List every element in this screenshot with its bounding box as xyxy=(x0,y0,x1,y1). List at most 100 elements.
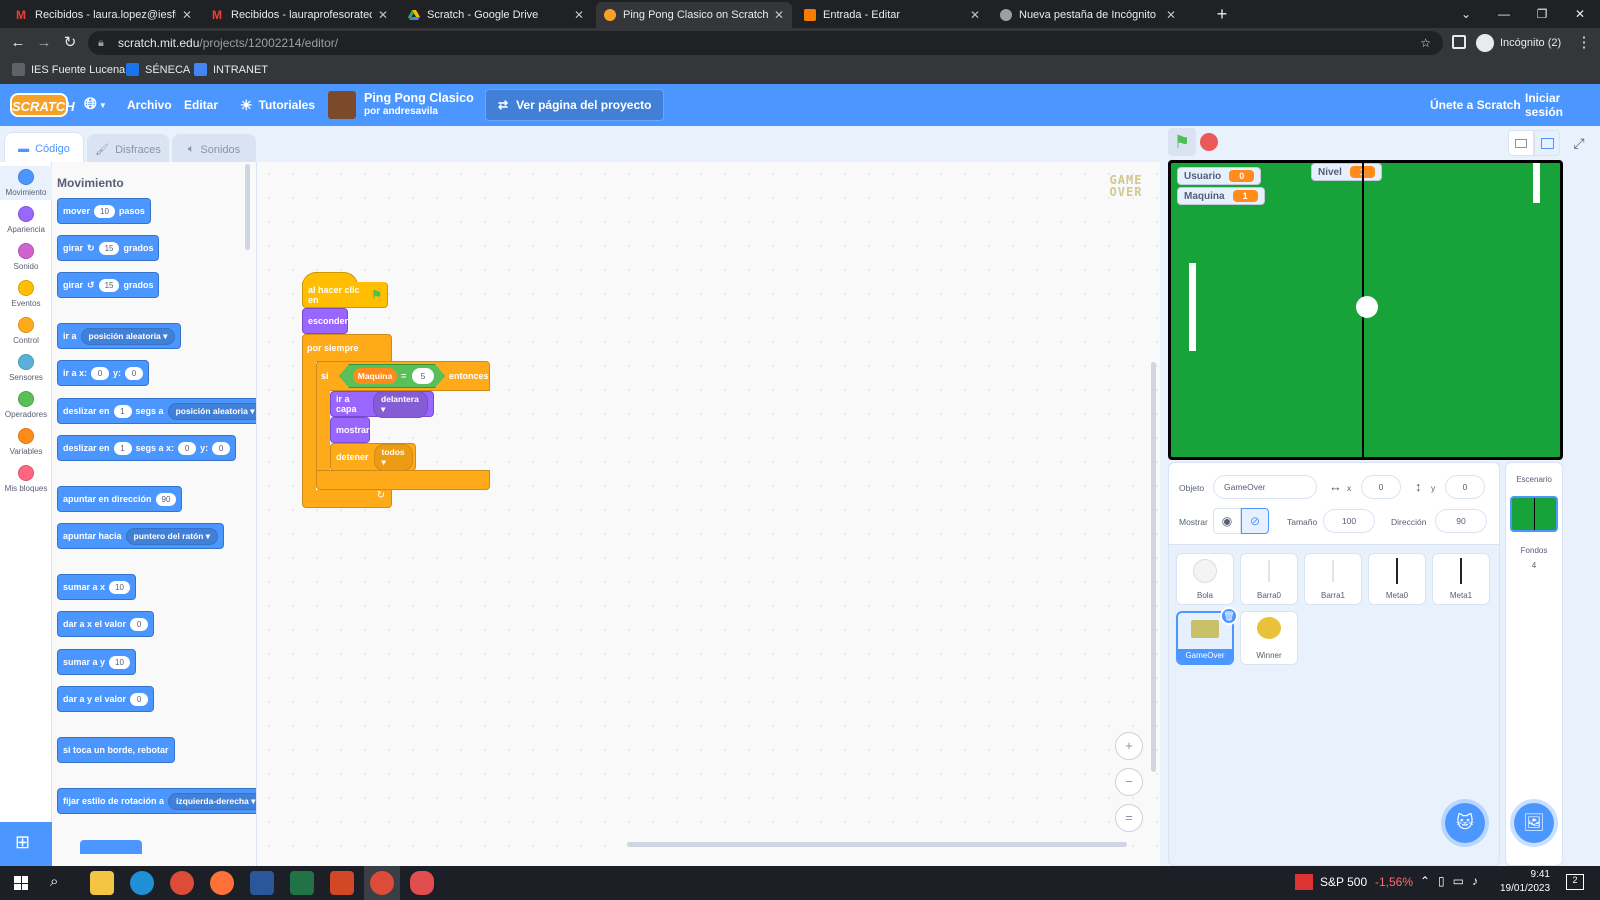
show-block[interactable]: mostrar xyxy=(330,417,370,443)
number-input[interactable]: 0 xyxy=(125,366,144,380)
block-point-towards[interactable]: apuntar hacia puntero del ratón ▾ xyxy=(57,523,225,549)
block-glide-to[interactable]: deslizar en 1 segs a posición aleatoria ▾ xyxy=(57,398,256,424)
number-input[interactable]: 1 xyxy=(113,404,132,418)
tab-code[interactable]: ▬ Código xyxy=(4,132,84,164)
tab-search-icon[interactable]: ⌄ xyxy=(1448,0,1484,28)
side-panel-icon[interactable] xyxy=(1452,35,1466,49)
hide-block[interactable]: esconder xyxy=(302,308,348,334)
add-sprite-button[interactable]: 🐱︎ xyxy=(1445,803,1485,843)
close-window-icon[interactable]: ✕ xyxy=(1562,0,1598,28)
dropdown[interactable]: delantera ▾ xyxy=(373,390,428,418)
browser-tab[interactable]: Entrada - Editar ✕ xyxy=(796,2,988,28)
clock[interactable]: 9:41 19/01/2023 xyxy=(1500,868,1550,896)
chrome-icon[interactable] xyxy=(170,871,194,895)
close-tab-icon[interactable]: ✕ xyxy=(378,8,388,22)
stage[interactable]: Usuario0 Maquina1 Nivel1 xyxy=(1168,160,1563,460)
notifications-icon[interactable]: 2 xyxy=(1566,874,1584,890)
edit-menu[interactable]: Editar xyxy=(184,84,218,126)
category-control[interactable]: Control xyxy=(0,317,52,345)
chrome-icon[interactable] xyxy=(370,871,394,895)
fullscreen-icon[interactable]: ⤢ xyxy=(1566,130,1592,156)
code-horizontal-scrollbar[interactable] xyxy=(627,842,1127,847)
category-operators[interactable]: Operadores xyxy=(0,391,52,419)
block-turn-right[interactable]: girar ↻ 15 grados xyxy=(57,235,160,261)
code-area[interactable]: GAME OVER al hacer clic en ⚑ esconder por… xyxy=(257,162,1160,866)
dropdown[interactable]: todos ▾ xyxy=(373,443,413,471)
bookmark-star-icon[interactable]: ☆ xyxy=(1420,31,1431,55)
sprite-thumb-barra0[interactable]: Barra0 xyxy=(1240,553,1298,605)
scratch-logo[interactable]: SCRATCH xyxy=(10,93,75,117)
incognito-profile-button[interactable]: Incógnito (2) xyxy=(1476,32,1561,54)
number-input[interactable]: 0 xyxy=(212,441,231,455)
number-input[interactable]: 0 xyxy=(91,366,110,380)
category-motion[interactable]: Movimiento xyxy=(0,166,52,200)
browser-tab[interactable]: MRecibidos - lauraprofesoratecnol✕ xyxy=(204,2,396,28)
block-turn-left[interactable]: girar ↺ 15 grados xyxy=(57,272,160,298)
stop-block[interactable]: detener todos ▾ xyxy=(330,443,416,471)
dropdown[interactable]: posición aleatoria ▾ xyxy=(167,402,256,420)
stage-thumbnail[interactable] xyxy=(1510,496,1558,532)
code-vertical-scrollbar[interactable] xyxy=(1151,362,1156,772)
small-stage-button[interactable] xyxy=(1508,130,1534,156)
close-tab-icon[interactable]: ✕ xyxy=(182,8,192,22)
excel-icon[interactable] xyxy=(290,871,314,895)
sign-in-link[interactable]: Iniciar sesión xyxy=(1525,84,1600,126)
dropdown[interactable]: izquierda-derecha ▾ xyxy=(168,792,256,810)
variable-reporter[interactable]: Maquina xyxy=(353,368,397,384)
dropdown[interactable]: posición aleatoria ▾ xyxy=(80,327,176,345)
number-input[interactable]: 0 xyxy=(178,441,197,455)
powerpoint-icon[interactable] xyxy=(330,871,354,895)
sprite-name-input[interactable]: GameOver xyxy=(1213,475,1317,499)
tutorials-button[interactable]: ☀ Tutoriales xyxy=(240,84,315,126)
dropdown[interactable]: puntero del ratón ▾ xyxy=(125,527,219,545)
go-to-layer-block[interactable]: ir a capa delantera ▾ xyxy=(330,390,434,418)
close-tab-icon[interactable]: ✕ xyxy=(574,8,584,22)
sprite-thumb-meta1[interactable]: Meta1 xyxy=(1432,553,1490,605)
number-input[interactable]: 90 xyxy=(155,492,177,506)
bookmark-item[interactable]: IES Fuente Lucena xyxy=(12,63,125,76)
join-scratch-link[interactable]: Únete a Scratch xyxy=(1430,84,1521,126)
windows-start-icon[interactable] xyxy=(14,876,28,890)
when-flag-clicked-block[interactable]: al hacer clic en ⚑ xyxy=(302,282,388,308)
file-explorer-icon[interactable] xyxy=(90,871,114,895)
number-input[interactable]: 1 xyxy=(113,441,132,455)
search-icon[interactable]: ⌕ xyxy=(50,873,58,890)
browser-menu-icon[interactable]: ⋮ xyxy=(1574,33,1594,53)
browser-tab[interactable]: MRecibidos - laura.lopez@iesfuent✕ xyxy=(8,2,200,28)
size-input[interactable]: 100 xyxy=(1323,509,1375,533)
author-avatar[interactable] xyxy=(328,91,356,119)
sprite-thumb-gameover[interactable]: GameOver 🗑︎ xyxy=(1176,607,1238,665)
block-rotation-style[interactable]: fijar estilo de rotación a izquierda-dere… xyxy=(57,788,256,814)
number-input[interactable]: 15 xyxy=(98,241,120,255)
block-glide-to-xy[interactable]: deslizar en 1 segs a x: 0 y: 0 xyxy=(57,435,237,461)
number-input[interactable]: 0 xyxy=(130,692,149,706)
y-input[interactable]: 0 xyxy=(1445,475,1485,499)
file-menu[interactable]: Archivo xyxy=(127,84,172,126)
add-backdrop-button[interactable]: 🖼︎ xyxy=(1514,803,1554,843)
browser-tab-active[interactable]: Ping Pong Clasico on Scratch ✕ xyxy=(596,2,792,28)
close-tab-icon[interactable]: ✕ xyxy=(774,8,784,22)
close-tab-icon[interactable]: ✕ xyxy=(1166,8,1176,22)
edge-icon[interactable] xyxy=(130,871,154,895)
new-tab-button[interactable]: + xyxy=(1204,0,1240,28)
x-input[interactable]: 0 xyxy=(1361,475,1401,499)
app-icon[interactable] xyxy=(410,871,434,895)
close-tab-icon[interactable]: ✕ xyxy=(970,8,980,22)
stock-name[interactable]: S&P 500 xyxy=(1320,875,1367,889)
block-set-y[interactable]: dar a y el valor 0 xyxy=(57,686,155,712)
sprite-thumb-bola[interactable]: Bola xyxy=(1176,553,1234,605)
number-input[interactable]: 15 xyxy=(98,278,120,292)
delete-sprite-icon[interactable]: 🗑︎ xyxy=(1220,607,1238,625)
zoom-in-button[interactable]: + xyxy=(1115,732,1143,760)
sprite-thumb-barra1[interactable]: Barra1 xyxy=(1304,553,1362,605)
restore-icon[interactable]: ❐ xyxy=(1524,0,1560,28)
zoom-reset-button[interactable]: = xyxy=(1115,804,1143,832)
browser-tab[interactable]: Scratch - Google Drive ✕ xyxy=(400,2,592,28)
block-move-steps[interactable]: mover 10 pasos xyxy=(57,198,151,224)
block-partial[interactable] xyxy=(80,840,142,854)
block-set-x[interactable]: dar a x el valor 0 xyxy=(57,611,155,637)
tab-costumes[interactable]: 🖌︎ Disfraces xyxy=(87,134,169,164)
block-change-y[interactable]: sumar a y 10 xyxy=(57,649,136,675)
large-stage-button[interactable] xyxy=(1534,130,1560,156)
zoom-out-button[interactable]: − xyxy=(1115,768,1143,796)
